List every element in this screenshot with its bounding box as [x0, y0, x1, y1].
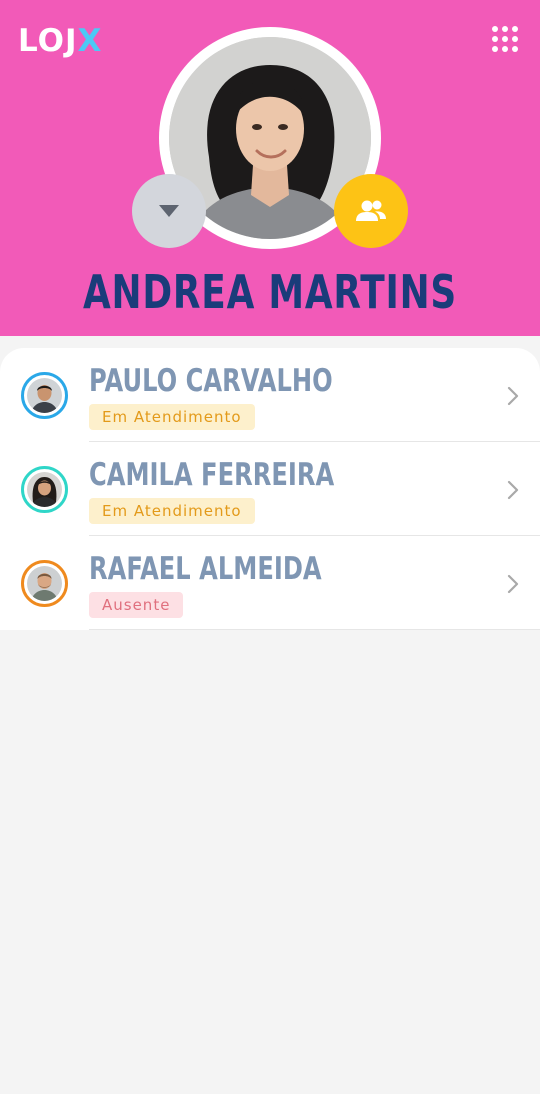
contact-row[interactable]: PAULO CARVALHO Em Atendimento — [0, 348, 540, 442]
avatar — [21, 466, 68, 513]
profile-name: ANDREA MARTINS — [82, 265, 458, 319]
contact-row[interactable]: RAFAEL ALMEIDA Ausente — [0, 536, 540, 630]
chevron-right-icon — [507, 386, 519, 406]
status-badge: Em Atendimento — [89, 404, 255, 430]
contact-name: RAFAEL ALMEIDA — [89, 551, 322, 587]
avatar — [21, 372, 68, 419]
status-badge: Ausente — [89, 592, 184, 618]
contact-row[interactable]: CAMILA FERREIRA Em Atendimento — [0, 442, 540, 536]
profile-header: LOJX ANDREA MARTINS — [0, 0, 540, 336]
status-badge: Em Atendimento — [89, 498, 255, 524]
contact-name: PAULO CARVALHO — [89, 363, 333, 399]
chevron-right-icon — [507, 574, 519, 594]
contact-name: CAMILA FERREIRA — [89, 457, 335, 493]
avatar — [21, 560, 68, 607]
grid-menu-icon[interactable] — [492, 26, 518, 52]
group-users-icon[interactable] — [334, 174, 408, 248]
contact-list: PAULO CARVALHO Em Atendimento CAMILA FER… — [0, 348, 540, 630]
chevron-right-icon — [507, 480, 519, 500]
app-logo[interactable]: LOJX — [18, 24, 102, 58]
logo-text: LOJ — [18, 23, 78, 59]
caret-down-icon[interactable] — [132, 174, 206, 248]
logo-accent-text: X — [77, 23, 103, 59]
